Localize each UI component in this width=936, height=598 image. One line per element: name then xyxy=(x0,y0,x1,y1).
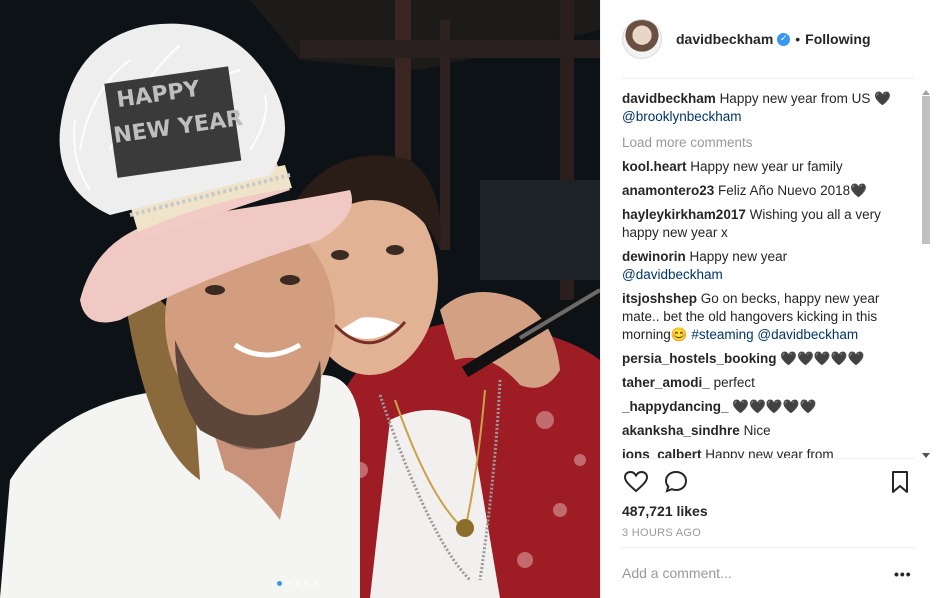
comment-username[interactable]: persia_hostels_booking xyxy=(622,351,777,366)
caption-mention-link[interactable]: @brooklynbeckham xyxy=(622,109,742,124)
carousel-dot[interactable] xyxy=(295,581,300,586)
carousel-dot[interactable] xyxy=(313,581,318,586)
header-username[interactable]: davidbeckham xyxy=(676,31,773,47)
list-item: kool.heart Happy new year ur family xyxy=(622,158,918,176)
verified-check-icon: ✓ xyxy=(777,32,791,46)
comment-username[interactable]: kool.heart xyxy=(622,159,687,174)
header-separator: • xyxy=(795,31,801,47)
list-item: dewinorin Happy new year @davidbeckham xyxy=(622,248,918,284)
list-item: persia_hostels_booking 🖤🖤🖤🖤🖤 xyxy=(622,350,918,368)
caption-text: Happy new year from US 🖤 xyxy=(719,91,891,106)
likes-count[interactable]: 487,721 likes xyxy=(622,503,708,519)
carousel-dots xyxy=(277,581,318,586)
header-divider xyxy=(622,78,914,79)
comment-username[interactable]: hayleykirkham2017 xyxy=(622,207,746,222)
photo-illustration: HAPPY NEW YEAR xyxy=(0,0,600,598)
carousel-dot[interactable] xyxy=(304,581,309,586)
more-options-icon[interactable]: ••• xyxy=(894,566,912,582)
scroll-down-arrow-icon[interactable] xyxy=(922,453,930,458)
comment-text: Happy new year xyxy=(689,249,788,264)
comment-username[interactable]: _happydancing_ xyxy=(622,399,729,414)
list-item: akanksha_sindhre Nice xyxy=(622,422,918,440)
comments-list[interactable]: davidbeckham Happy new year from US 🖤 @b… xyxy=(622,90,918,458)
list-item: jons_calbert Happy new year from xyxy=(622,446,918,458)
list-item: _happydancing_ 🖤🖤🖤🖤🖤 xyxy=(622,398,918,416)
carousel-dot[interactable] xyxy=(277,581,282,586)
comment-text: Happy new year from xyxy=(705,447,834,458)
comment-username[interactable]: anamontero23 xyxy=(622,183,714,198)
comment-username[interactable]: akanksha_sindhre xyxy=(622,423,740,438)
comment-text: 🖤🖤🖤🖤🖤 xyxy=(780,351,865,366)
list-item: hayleykirkham2017 Wishing you all a very… xyxy=(622,206,918,242)
comment-text: Feliz Año Nuevo 2018🖤 xyxy=(718,183,867,198)
comment-mention-link[interactable]: @davidbeckham xyxy=(622,267,723,282)
comment-bubble-icon[interactable] xyxy=(662,468,690,496)
avatar[interactable] xyxy=(622,19,662,59)
action-bar xyxy=(622,468,914,496)
comment-username[interactable]: itsjoshshep xyxy=(622,291,697,306)
comment-text: Happy new year ur family xyxy=(690,159,843,174)
comment-username[interactable]: dewinorin xyxy=(622,249,686,264)
list-item: anamontero23 Feliz Año Nuevo 2018🖤 xyxy=(622,182,918,200)
add-comment-input[interactable]: Add a comment... xyxy=(622,565,732,581)
post-timestamp[interactable]: 3 HOURS AGO xyxy=(622,527,701,539)
comment-text: 🖤🖤🖤🖤🖤 xyxy=(732,399,817,414)
load-more-comments-button[interactable]: Load more comments xyxy=(622,134,918,152)
post-header: davidbeckham ✓ • Following xyxy=(622,16,914,62)
caption-username[interactable]: davidbeckham xyxy=(622,91,716,106)
comment-text: perfect xyxy=(713,375,755,390)
comment-box-divider xyxy=(622,547,914,548)
list-item: itsjoshshep Go on becks, happy new year … xyxy=(622,290,918,344)
comment-username[interactable]: taher_amodi_ xyxy=(622,375,710,390)
comment-text: Nice xyxy=(743,423,771,438)
post-photo[interactable]: HAPPY NEW YEAR xyxy=(0,0,600,598)
list-item: taher_amodi_ perfect xyxy=(622,374,918,392)
comment-username[interactable]: jons_calbert xyxy=(622,447,702,458)
comments-scrollbar[interactable] xyxy=(920,90,932,458)
carousel-dot[interactable] xyxy=(286,581,291,586)
comment-hashtag-link[interactable]: #steaming @davidbeckham xyxy=(691,327,858,342)
following-button[interactable]: Following xyxy=(805,31,870,47)
heart-icon[interactable] xyxy=(622,468,650,496)
post-caption: davidbeckham Happy new year from US 🖤 @b… xyxy=(622,90,918,126)
actions-divider xyxy=(622,458,914,459)
scroll-up-arrow-icon[interactable] xyxy=(922,90,930,95)
bookmark-icon[interactable] xyxy=(886,468,914,496)
scrollbar-thumb[interactable] xyxy=(922,96,930,244)
